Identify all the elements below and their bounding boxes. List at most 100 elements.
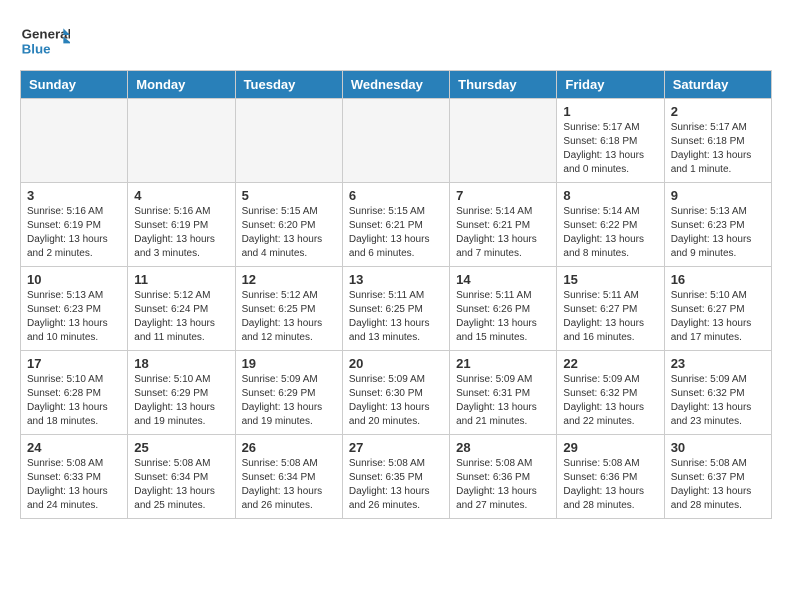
cell-info: Sunrise: 5:11 AM Sunset: 6:25 PM Dayligh…: [349, 289, 443, 345]
cell-info: Sunrise: 5:12 AM Sunset: 6:25 PM Dayligh…: [242, 289, 336, 345]
day-number: 3: [27, 188, 121, 203]
calendar-cell: 14Sunrise: 5:11 AM Sunset: 6:26 PM Dayli…: [450, 267, 557, 351]
calendar-cell: 15 Sunrise: 5:11 AM Sunset: 6:27 PM Dayli…: [557, 267, 664, 351]
cell-info: Sunrise: 5:11 AM Sunset: 6:26 PM Dayligh…: [456, 289, 550, 345]
cell-info: Sunrise: 5:09 AM Sunset: 6:32 PM Dayligh…: [563, 373, 657, 429]
calendar-week-row: 3 Sunrise: 5:16 AM Sunset: 6:19 PM Daylig…: [21, 183, 772, 267]
day-number: 21: [456, 356, 550, 371]
cell-info: Sunrise: 5:11 AM Sunset: 6:27 PM Dayligh…: [563, 289, 657, 345]
calendar-cell: 19 Sunrise: 5:09 AM Sunset: 6:29 PM Dayli…: [235, 351, 342, 435]
calendar-week-row: 17 Sunrise: 5:10 AM Sunset: 6:28 PM Dayli…: [21, 351, 772, 435]
calendar-cell: 1 Sunrise: 5:17 AM Sunset: 6:18 PM Daylig…: [557, 99, 664, 183]
day-number: 10: [27, 272, 121, 287]
day-number: 28: [456, 440, 550, 455]
cell-info: Sunrise: 5:14 AM Sunset: 6:22 PM Dayligh…: [563, 205, 657, 261]
cell-info: Sunrise: 5:10 AM Sunset: 6:28 PM Dayligh…: [27, 373, 121, 429]
day-number: 27: [349, 440, 443, 455]
cell-info: Sunrise: 5:15 AM Sunset: 6:21 PM Dayligh…: [349, 205, 443, 261]
day-number: 26: [242, 440, 336, 455]
logo: General Blue: [20, 20, 70, 60]
calendar-cell: 2Sunrise: 5:17 AM Sunset: 6:18 PM Daylig…: [664, 99, 771, 183]
calendar-day-header: Tuesday: [235, 71, 342, 99]
calendar-cell: 29 Sunrise: 5:08 AM Sunset: 6:36 PM Dayli…: [557, 435, 664, 519]
svg-text:Blue: Blue: [22, 41, 51, 56]
calendar-cell: 13Sunrise: 5:11 AM Sunset: 6:25 PM Dayli…: [342, 267, 449, 351]
cell-info: Sunrise: 5:10 AM Sunset: 6:27 PM Dayligh…: [671, 289, 765, 345]
day-number: 2: [671, 104, 765, 119]
cell-info: Sunrise: 5:14 AM Sunset: 6:21 PM Dayligh…: [456, 205, 550, 261]
calendar-day-header: Sunday: [21, 71, 128, 99]
page-header: General Blue: [20, 20, 772, 60]
calendar-cell: 3Sunrise: 5:16 AM Sunset: 6:19 PM Daylig…: [21, 183, 128, 267]
day-number: 30: [671, 440, 765, 455]
cell-info: Sunrise: 5:16 AM Sunset: 6:19 PM Dayligh…: [134, 205, 228, 261]
calendar-cell: [235, 99, 342, 183]
calendar-cell: 5Sunrise: 5:15 AM Sunset: 6:20 PM Daylig…: [235, 183, 342, 267]
day-number: 18: [134, 356, 228, 371]
cell-info: Sunrise: 5:08 AM Sunset: 6:36 PM Dayligh…: [563, 457, 657, 513]
cell-info: Sunrise: 5:08 AM Sunset: 6:33 PM Dayligh…: [27, 457, 121, 513]
calendar-cell: 6 Sunrise: 5:15 AM Sunset: 6:21 PM Daylig…: [342, 183, 449, 267]
cell-info: Sunrise: 5:08 AM Sunset: 6:37 PM Dayligh…: [671, 457, 765, 513]
svg-text:General: General: [22, 26, 70, 41]
calendar-day-header: Saturday: [664, 71, 771, 99]
day-number: 6: [349, 188, 443, 203]
cell-info: Sunrise: 5:09 AM Sunset: 6:31 PM Dayligh…: [456, 373, 550, 429]
calendar-cell: 20 Sunrise: 5:09 AM Sunset: 6:30 PM Dayli…: [342, 351, 449, 435]
day-number: 7: [456, 188, 550, 203]
cell-info: Sunrise: 5:13 AM Sunset: 6:23 PM Dayligh…: [27, 289, 121, 345]
day-number: 16: [671, 272, 765, 287]
calendar-day-header: Wednesday: [342, 71, 449, 99]
cell-info: Sunrise: 5:17 AM Sunset: 6:18 PM Dayligh…: [563, 121, 657, 177]
logo-icon: General Blue: [20, 20, 70, 60]
day-number: 5: [242, 188, 336, 203]
calendar-cell: 4 Sunrise: 5:16 AM Sunset: 6:19 PM Daylig…: [128, 183, 235, 267]
calendar-cell: 28Sunrise: 5:08 AM Sunset: 6:36 PM Dayli…: [450, 435, 557, 519]
cell-info: Sunrise: 5:08 AM Sunset: 6:35 PM Dayligh…: [349, 457, 443, 513]
calendar-cell: 27 Sunrise: 5:08 AM Sunset: 6:35 PM Dayli…: [342, 435, 449, 519]
calendar-cell: 10 Sunrise: 5:13 AM Sunset: 6:23 PM Dayli…: [21, 267, 128, 351]
calendar-cell: [21, 99, 128, 183]
calendar-cell: 22 Sunrise: 5:09 AM Sunset: 6:32 PM Dayli…: [557, 351, 664, 435]
calendar-cell: 26 Sunrise: 5:08 AM Sunset: 6:34 PM Dayli…: [235, 435, 342, 519]
day-number: 22: [563, 356, 657, 371]
calendar-week-row: 24 Sunrise: 5:08 AM Sunset: 6:33 PM Dayli…: [21, 435, 772, 519]
day-number: 15: [563, 272, 657, 287]
calendar-cell: 11 Sunrise: 5:12 AM Sunset: 6:24 PM Dayli…: [128, 267, 235, 351]
calendar-table: SundayMondayTuesdayWednesdayThursdayFrid…: [20, 70, 772, 519]
day-number: 11: [134, 272, 228, 287]
calendar-cell: 21 Sunrise: 5:09 AM Sunset: 6:31 PM Dayli…: [450, 351, 557, 435]
calendar-cell: 30 Sunrise: 5:08 AM Sunset: 6:37 PM Dayli…: [664, 435, 771, 519]
calendar-cell: 8 Sunrise: 5:14 AM Sunset: 6:22 PM Daylig…: [557, 183, 664, 267]
calendar-cell: 16 Sunrise: 5:10 AM Sunset: 6:27 PM Dayli…: [664, 267, 771, 351]
calendar-cell: [450, 99, 557, 183]
day-number: 12: [242, 272, 336, 287]
cell-info: Sunrise: 5:09 AM Sunset: 6:32 PM Dayligh…: [671, 373, 765, 429]
calendar-week-row: 10 Sunrise: 5:13 AM Sunset: 6:23 PM Dayli…: [21, 267, 772, 351]
day-number: 17: [27, 356, 121, 371]
calendar-cell: 24 Sunrise: 5:08 AM Sunset: 6:33 PM Dayli…: [21, 435, 128, 519]
day-number: 1: [563, 104, 657, 119]
cell-info: Sunrise: 5:09 AM Sunset: 6:30 PM Dayligh…: [349, 373, 443, 429]
cell-info: Sunrise: 5:08 AM Sunset: 6:34 PM Dayligh…: [242, 457, 336, 513]
day-number: 8: [563, 188, 657, 203]
day-number: 20: [349, 356, 443, 371]
cell-info: Sunrise: 5:09 AM Sunset: 6:29 PM Dayligh…: [242, 373, 336, 429]
calendar-cell: 12 Sunrise: 5:12 AM Sunset: 6:25 PM Dayli…: [235, 267, 342, 351]
calendar-day-header: Thursday: [450, 71, 557, 99]
calendar-week-row: 1 Sunrise: 5:17 AM Sunset: 6:18 PM Daylig…: [21, 99, 772, 183]
calendar-cell: 17 Sunrise: 5:10 AM Sunset: 6:28 PM Dayli…: [21, 351, 128, 435]
day-number: 19: [242, 356, 336, 371]
day-number: 24: [27, 440, 121, 455]
day-number: 29: [563, 440, 657, 455]
day-number: 9: [671, 188, 765, 203]
cell-info: Sunrise: 5:13 AM Sunset: 6:23 PM Dayligh…: [671, 205, 765, 261]
calendar-cell: [342, 99, 449, 183]
day-number: 23: [671, 356, 765, 371]
cell-info: Sunrise: 5:08 AM Sunset: 6:34 PM Dayligh…: [134, 457, 228, 513]
calendar-cell: 25Sunrise: 5:08 AM Sunset: 6:34 PM Dayli…: [128, 435, 235, 519]
cell-info: Sunrise: 5:10 AM Sunset: 6:29 PM Dayligh…: [134, 373, 228, 429]
day-number: 4: [134, 188, 228, 203]
calendar-cell: 18 Sunrise: 5:10 AM Sunset: 6:29 PM Dayli…: [128, 351, 235, 435]
cell-info: Sunrise: 5:12 AM Sunset: 6:24 PM Dayligh…: [134, 289, 228, 345]
